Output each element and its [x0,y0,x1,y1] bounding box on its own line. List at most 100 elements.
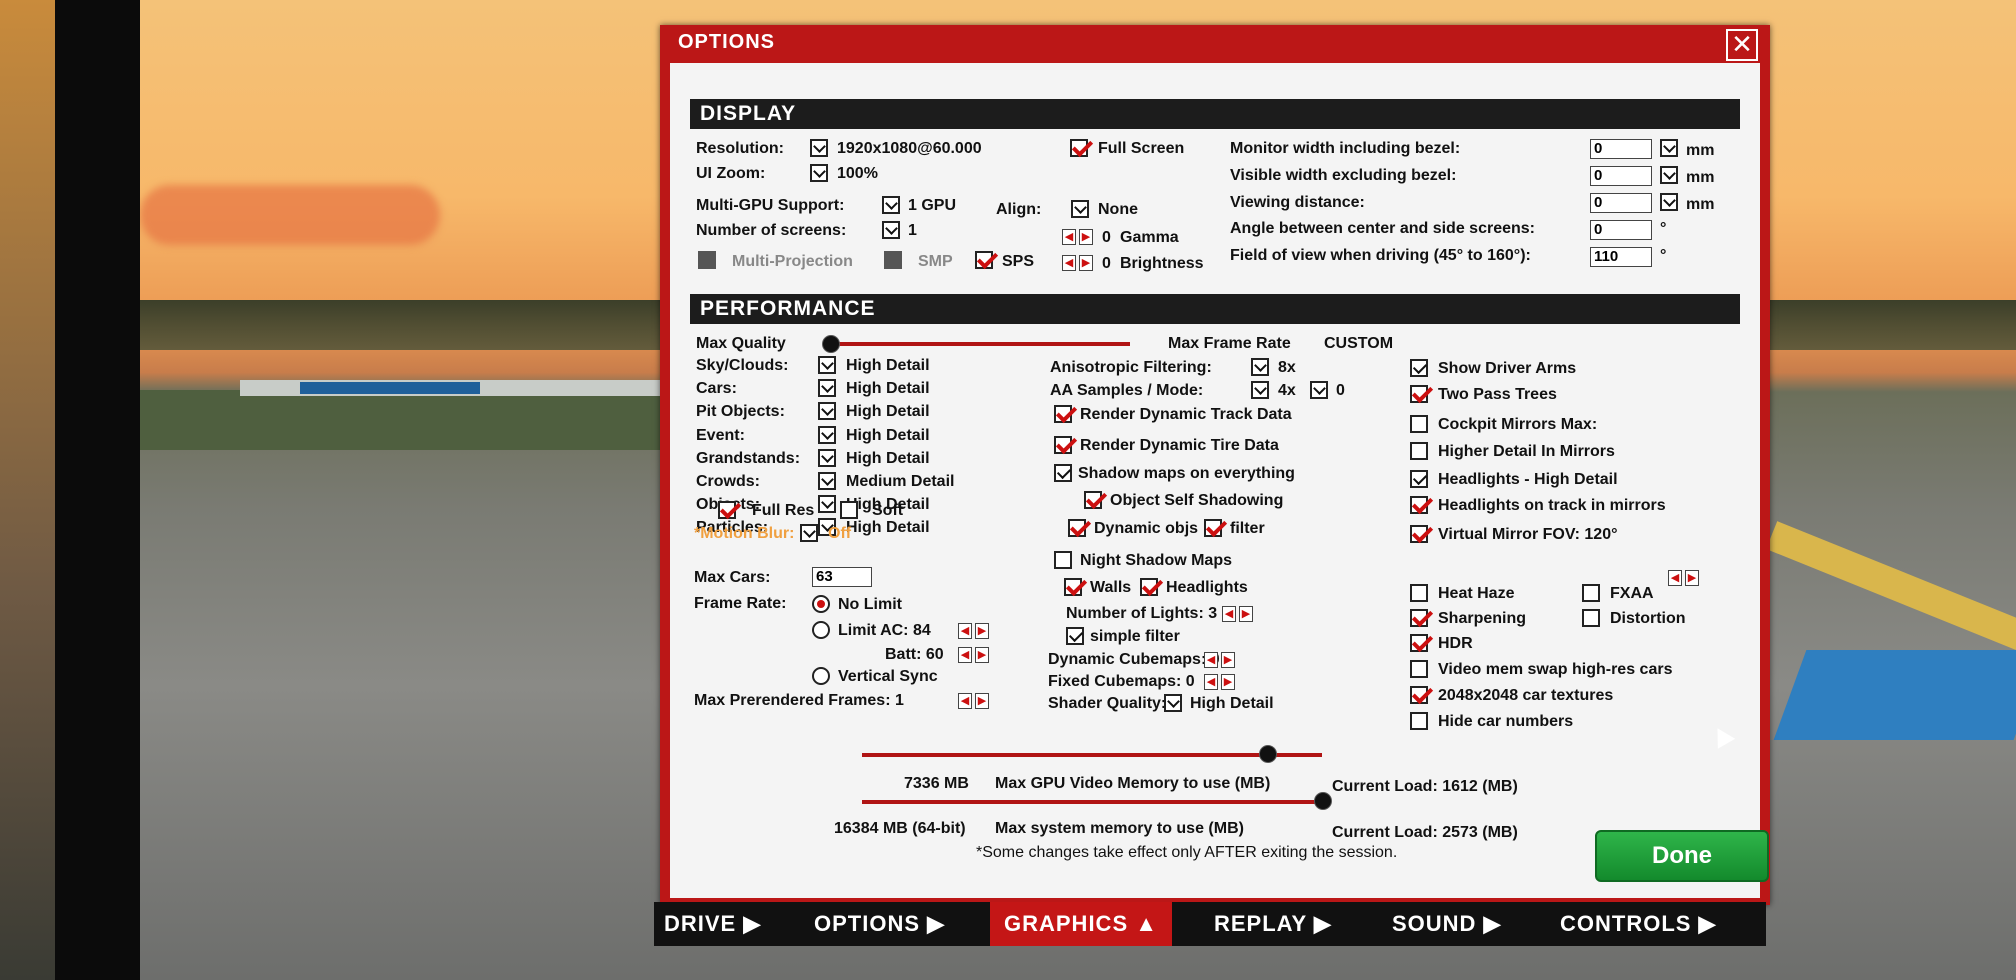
tab-graphics[interactable]: GRAPHICS ▲ [990,902,1173,946]
fullscreen-checkbox[interactable] [1070,139,1088,157]
close-icon[interactable]: ✕ [1726,29,1758,61]
tab-drive[interactable]: DRIVE ▶ [664,902,761,946]
angle-field[interactable]: 0 [1590,220,1652,240]
dyn-track-checkbox[interactable] [1054,405,1072,423]
detail-row-dropdown[interactable] [818,495,836,514]
visible-width-unit-dropdown[interactable] [1660,166,1678,184]
distortion-checkbox[interactable] [1582,609,1600,627]
detail-row-dropdown[interactable] [818,425,836,444]
shader-quality-dropdown[interactable] [1164,694,1182,712]
shadow-everything-checkbox[interactable] [1054,464,1072,482]
system-memory-slider-track[interactable] [862,800,1322,804]
visible-width-field[interactable]: 0 [1590,166,1652,186]
fxaa-checkbox[interactable] [1582,584,1600,602]
soft-checkbox[interactable] [840,501,858,519]
aa-dropdown[interactable] [1251,381,1269,399]
dyn-cubemaps-decrease-button[interactable]: ◀ [1204,652,1218,668]
dynamic-objs-checkbox[interactable] [1068,519,1086,537]
tab-sound[interactable]: SOUND ▶ [1392,902,1501,946]
gamma-decrease-button[interactable]: ◀ [1062,229,1076,245]
fov-mirror-increase-button[interactable]: ▶ [1685,570,1699,586]
ui-zoom-dropdown[interactable] [810,164,828,182]
resolution-dropdown[interactable] [810,139,828,157]
limit-ac-increase-button[interactable]: ▶ [975,623,989,639]
multi-gpu-dropdown[interactable] [882,196,900,214]
max-cars-field[interactable]: 63 [812,567,872,587]
vsync-radio[interactable] [812,667,830,685]
prerendered-decrease-button[interactable]: ◀ [958,693,972,709]
system-memory-slider-knob[interactable] [1314,792,1332,810]
hide-numbers-label: Hide car numbers [1438,713,1574,730]
hdr-checkbox[interactable] [1410,634,1428,652]
option-checkbox[interactable] [1410,525,1428,543]
simple-filter-checkbox[interactable] [1066,627,1084,645]
limit-ac-radio[interactable] [812,621,830,639]
done-button[interactable]: Done [1595,830,1769,882]
batt-decrease-button[interactable]: ◀ [958,647,972,663]
dyn-cubemaps-increase-button[interactable]: ▶ [1221,652,1235,668]
monitor-width-field[interactable]: 0 [1590,139,1652,159]
detail-row-dropdown[interactable] [818,472,836,490]
gpu-memory-slider-knob[interactable] [1258,745,1277,763]
system-load-label: Current Load: 2573 (MB) [1332,824,1518,841]
video-swap-checkbox[interactable] [1410,660,1428,678]
full-res-checkbox[interactable] [718,501,736,519]
num-lights-decrease-button[interactable]: ◀ [1222,606,1236,622]
max-cars-label: Max Cars: [694,569,771,586]
brightness-increase-button[interactable]: ▶ [1079,255,1093,271]
limit-ac-decrease-button[interactable]: ◀ [958,623,972,639]
dyn-tire-checkbox[interactable] [1054,436,1072,454]
viewing-distance-field[interactable]: 0 [1590,193,1652,213]
sps-checkbox[interactable] [975,251,993,269]
aa-mode-dropdown[interactable] [1310,381,1328,399]
tab-controls[interactable]: CONTROLS ▶ [1560,902,1716,946]
gpu-memory-slider-track[interactable] [862,753,1322,757]
detail-row-dropdown[interactable] [818,356,836,374]
detail-row-dropdown[interactable] [818,379,836,398]
no-limit-radio[interactable] [812,595,830,613]
sharpening-label: Sharpening [1438,610,1527,627]
option-checkbox[interactable] [1410,442,1428,460]
filter-checkbox[interactable] [1204,519,1222,537]
fixed-cubemaps-increase-button[interactable]: ▶ [1221,674,1235,690]
tab-options[interactable]: OPTIONS ▶ [814,902,945,946]
self-shadow-checkbox[interactable] [1084,491,1102,509]
fov-field[interactable]: 110 [1590,247,1652,267]
option-checkbox[interactable] [1410,470,1428,488]
num-lights-increase-button[interactable]: ▶ [1239,606,1253,622]
option-checkbox[interactable] [1410,415,1428,433]
fov-mirror-decrease-button[interactable]: ◀ [1668,570,1682,586]
detail-row-dropdown[interactable] [818,448,836,467]
screens-dropdown[interactable] [882,221,900,239]
monitor-width-label: Monitor width including bezel: [1230,140,1461,157]
brightness-decrease-button[interactable]: ◀ [1062,255,1076,271]
tab-replay[interactable]: REPLAY ▶ [1214,902,1332,946]
night-shadow-checkbox[interactable] [1054,551,1072,569]
sharpening-checkbox[interactable] [1410,609,1428,627]
walls-checkbox[interactable] [1064,578,1082,596]
quality-slider-track[interactable] [830,342,1130,346]
simple-filter-label: simple filter [1090,628,1180,645]
car-textures-checkbox[interactable] [1410,686,1428,704]
quality-slider-knob[interactable] [822,335,840,353]
smp-checkbox[interactable] [884,251,902,269]
batt-increase-button[interactable]: ▶ [975,647,989,663]
option-checkbox[interactable] [1410,496,1428,514]
heat-haze-checkbox[interactable] [1410,584,1428,602]
headlights-shadow-checkbox[interactable] [1140,578,1158,596]
multi-projection-checkbox[interactable] [698,251,716,269]
hide-numbers-checkbox[interactable] [1410,712,1428,730]
viewing-distance-unit-dropdown[interactable] [1660,193,1678,211]
prerendered-increase-button[interactable]: ▶ [975,693,989,709]
motion-blur-dropdown[interactable] [800,524,818,542]
fixed-cubemaps-decrease-button[interactable]: ◀ [1204,674,1218,690]
detail-row-dropdown[interactable] [818,402,836,421]
option-checkbox[interactable] [1410,359,1428,377]
option-checkbox[interactable] [1410,385,1428,403]
multi-gpu-value: 1 GPU [908,197,957,214]
gamma-increase-button[interactable]: ▶ [1079,229,1093,245]
headlights-shadow-label: Headlights [1166,579,1248,596]
align-dropdown[interactable] [1071,200,1089,218]
aniso-dropdown[interactable] [1251,358,1269,376]
monitor-width-unit-dropdown[interactable] [1660,139,1678,157]
